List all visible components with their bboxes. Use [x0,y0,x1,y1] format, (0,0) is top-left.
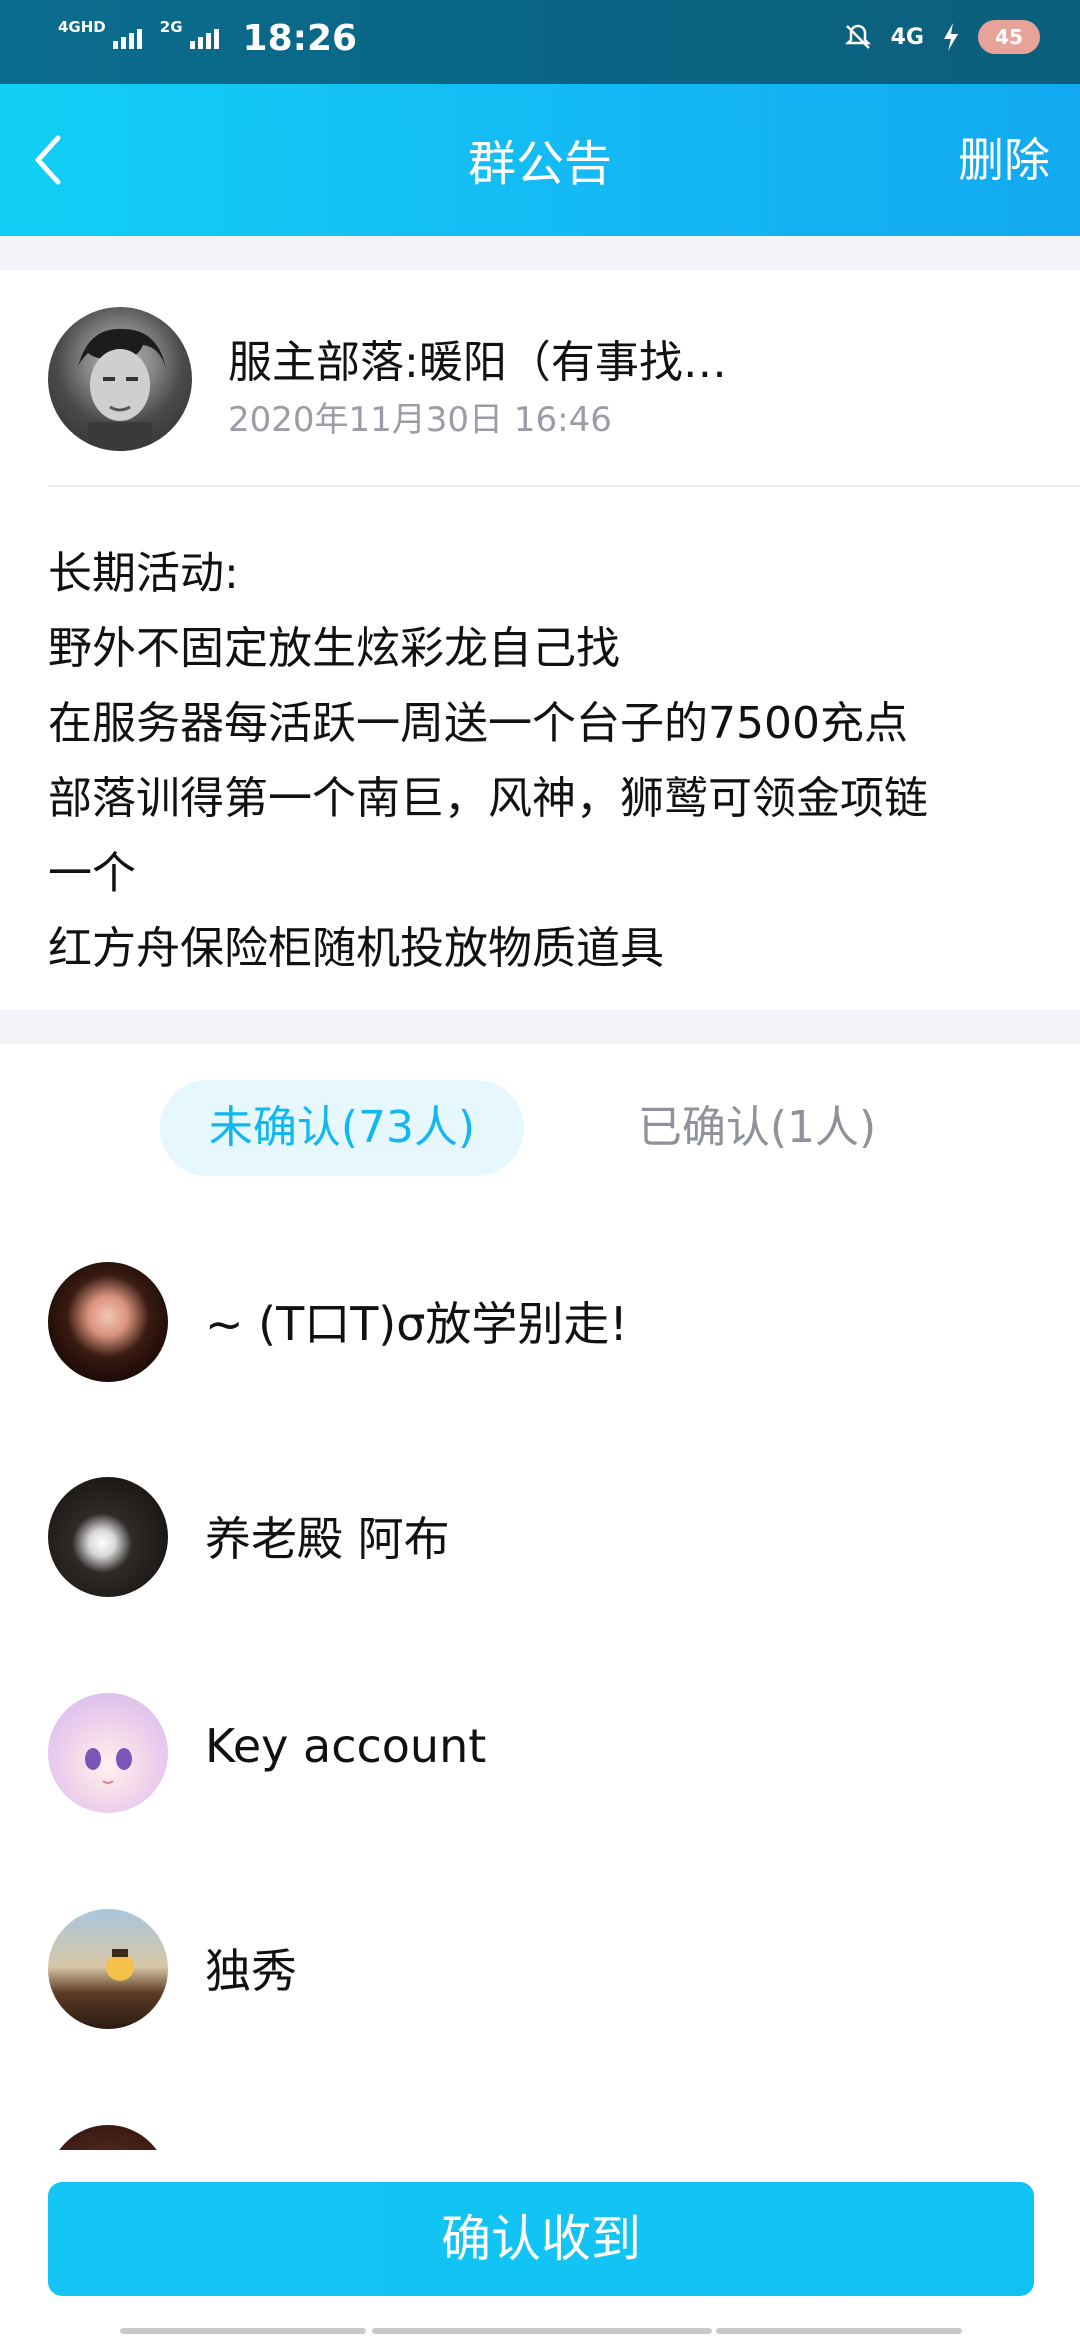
tab-confirmed[interactable]: 已确认(1人) [612,1080,902,1176]
clock: 18:26 [242,18,358,59]
delete-button[interactable]: 删除 [958,124,1050,190]
announcement-card: 服主部落:暖阳（有事找… 2020年11月30日 16:46 长期活动: 野外不… [0,270,1080,1010]
announcement-line: 野外不固定放生炫彩龙自己找 [48,623,620,674]
post-timestamp: 2020年11月30日 16:46 [228,400,612,440]
announcement-line: 长期活动: [48,548,239,599]
announcement-line: 一个 [48,848,136,899]
announcement-line: 部落训得第一个南巨，风神，狮鹫可领金项链 [48,773,928,824]
member-name: ~ (T口T)σ放学别走! [205,1297,628,1351]
nav-handle [372,2328,712,2334]
list-item[interactable]: ~ (T口T)σ放学别走! [0,1252,1080,1392]
nav-handle [716,2328,962,2334]
section-gap [0,236,1080,270]
page-title: 群公告 [467,136,612,192]
tab-unconfirmed[interactable]: 未确认(73人) [160,1080,524,1176]
charging-icon [944,23,958,51]
signal-icon: 4GHD [58,19,142,49]
announcement-line: 红方舟保险柜随机投放物质道具 [48,923,664,974]
section-gap [0,1010,1080,1044]
list-item[interactable]: Key account [0,1683,1080,1823]
avatar [48,1693,168,1813]
member-name: 养老殿 阿布 [205,1512,450,1566]
nav-header: 群公告 删除 [0,84,1080,236]
signal-icon-2: 2G [160,19,219,49]
member-name: Key account [205,1719,487,1773]
announcement-body: 长期活动: 野外不固定放生炫彩龙自己找 在服务器每活跃一周送一个台子的7500充… [48,536,1048,986]
battery-icon: 45 [978,20,1040,54]
status-bar: 4GHD 2G 18:26 4G 45 [0,0,1080,84]
avatar [48,1262,168,1382]
author-avatar[interactable] [48,307,192,451]
announcement-line: 在服务器每活跃一周送一个台子的7500充点 [48,698,908,749]
confirm-received-button[interactable]: 确认收到 [48,2182,1034,2296]
list-item[interactable]: 独秀 [0,1899,1080,2039]
divider [48,485,1080,487]
nav-handle [120,2328,366,2334]
list-item[interactable]: 养老殿 阿布 [0,1467,1080,1607]
author-name: 服主部落:暖阳（有事找… [228,337,727,388]
avatar [48,1477,168,1597]
network-type-label: 4G [890,24,924,50]
bottom-action-bar: 确认收到 [0,2150,1080,2340]
avatar [48,1909,168,2029]
member-name: 独秀 [205,1944,297,1998]
list-item[interactable] [0,2115,1080,2150]
avatar [48,2125,168,2150]
mute-bell-icon [844,24,871,49]
